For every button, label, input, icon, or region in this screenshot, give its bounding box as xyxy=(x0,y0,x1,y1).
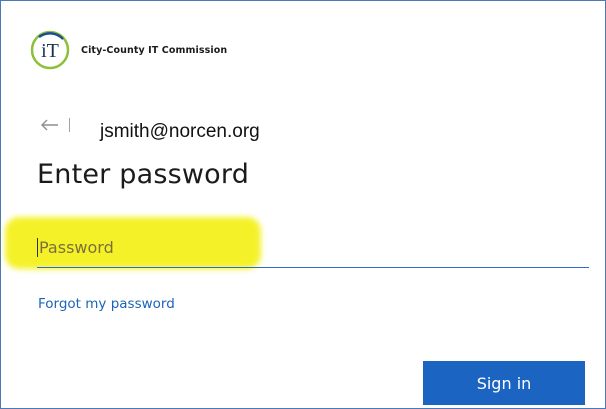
account-email: jsmith@norcen.org xyxy=(100,121,260,142)
organization-logo: iT xyxy=(29,29,71,71)
identity-divider xyxy=(69,118,70,132)
text-caret xyxy=(37,237,38,257)
left-arrow-icon[interactable] xyxy=(41,117,63,133)
brand-header: iT City-County IT Commission xyxy=(29,29,227,71)
account-identity: jsmith@norcen.org xyxy=(41,107,260,143)
forgot-password-link[interactable]: Forgot my password xyxy=(38,296,175,312)
sign-in-window: iT City-County IT Commission jsmith@norc… xyxy=(0,0,606,409)
password-field[interactable] xyxy=(37,227,589,268)
page-title: Enter password xyxy=(37,159,250,190)
logo-text: iT xyxy=(41,40,59,62)
sign-in-button[interactable]: Sign in xyxy=(423,361,585,405)
password-input[interactable] xyxy=(39,237,559,257)
organization-name: City-County IT Commission xyxy=(81,44,228,56)
